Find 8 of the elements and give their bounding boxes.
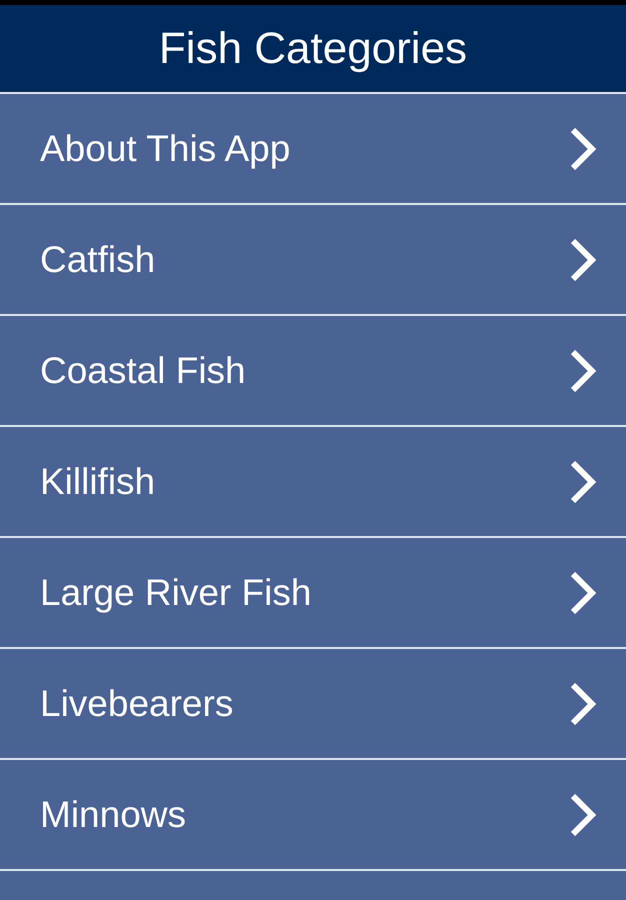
chevron-right-icon: [570, 682, 596, 726]
chevron-right-icon: [570, 460, 596, 504]
chevron-right-icon: [570, 348, 596, 392]
chevron-right-icon: [570, 570, 596, 614]
chevron-right-icon: [570, 238, 596, 282]
chevron-right-icon: [570, 126, 596, 170]
screen-title: Fish Categories: [158, 24, 468, 74]
chevron-right-icon: [570, 792, 596, 836]
